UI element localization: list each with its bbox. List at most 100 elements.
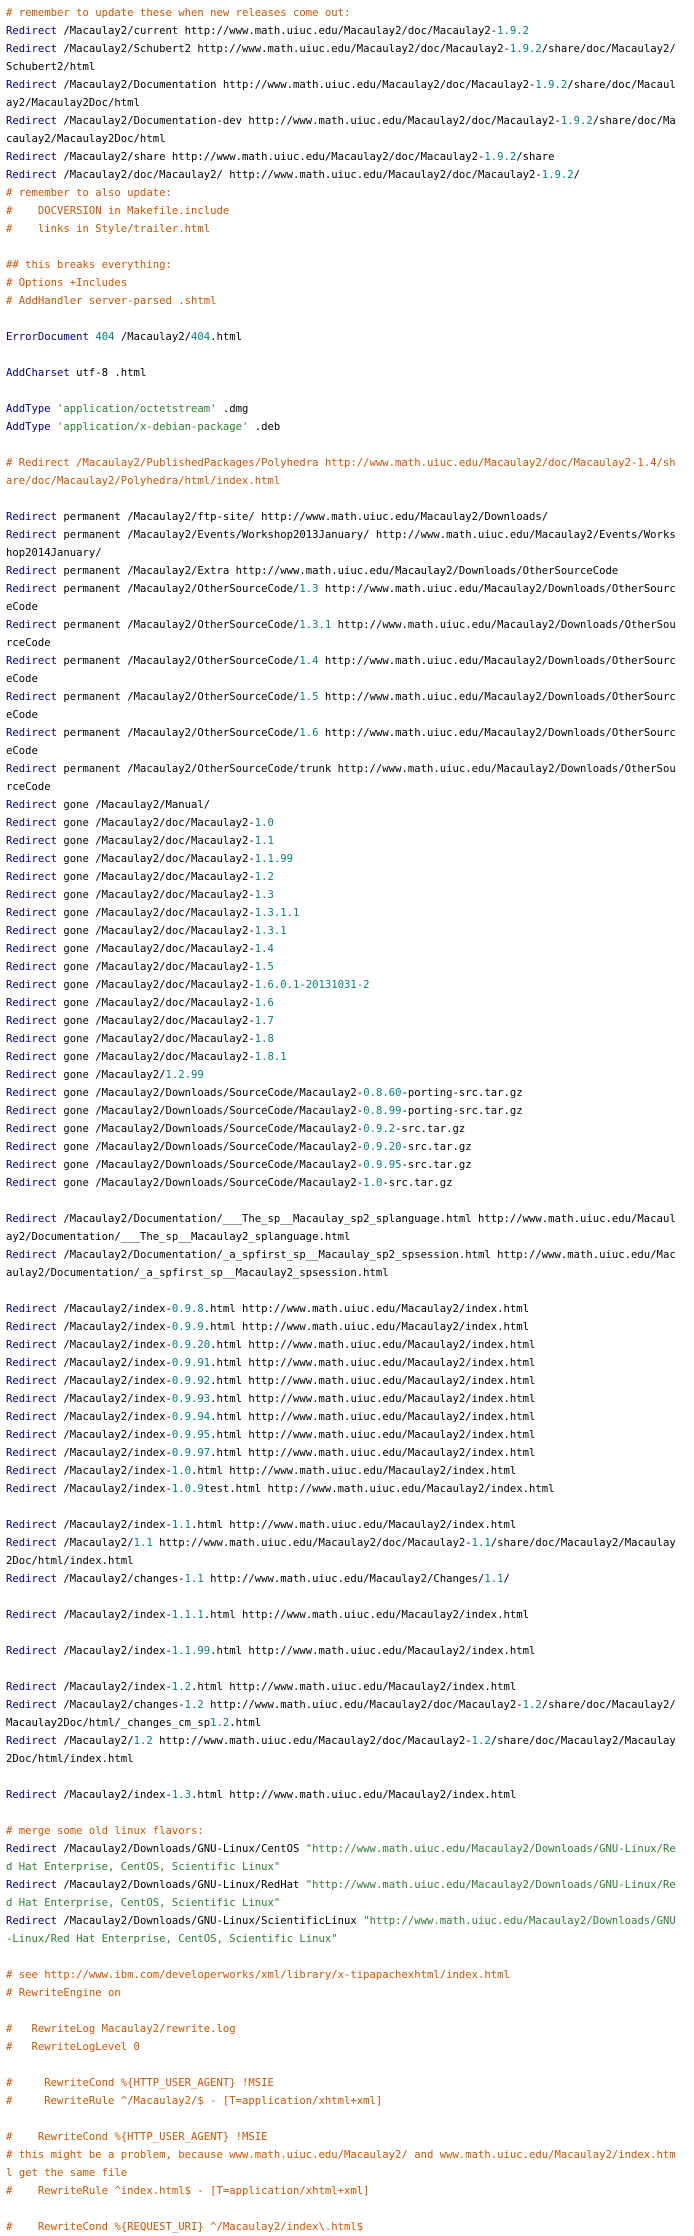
directive-keyword: Redirect <box>6 835 58 847</box>
plain-text: .html http://www.math.uiuc.edu/Macaulay2… <box>190 1519 517 1531</box>
plain-text: /Macaulay2/Documentation http://www.math… <box>57 79 536 91</box>
directive-keyword: Redirect <box>6 799 58 811</box>
plain-text: /Macaulay2/ <box>57 1735 134 1747</box>
config-line: # RewriteRule ^index.html$ - [T=applicat… <box>6 2182 676 2200</box>
plain-text: /Macaulay2/Downloads/GNU-Linux/Scientifi… <box>57 1915 364 1927</box>
version-number: 1.3.1 <box>299 619 332 631</box>
config-line: # RewriteEngine on <box>6 1984 676 2002</box>
comment-text: # RewriteEngine on <box>6 1987 121 1999</box>
plain-text: /Macaulay2/index- <box>57 1681 172 1693</box>
directive-keyword: Redirect <box>6 871 58 883</box>
version-number: 1.9.2 <box>560 115 593 127</box>
version-number: 1.1 <box>254 835 274 847</box>
config-line: ErrorDocument 404 /Macaulay2/404.html <box>6 328 676 346</box>
config-line: # RewriteCond %{REQUEST_URI} ^/Macaulay2… <box>6 2218 676 2236</box>
comment-text: # links in Style/trailer.html <box>6 223 211 235</box>
config-line: Redirect /Macaulay2/share http://www.mat… <box>6 148 676 166</box>
config-line: Redirect gone /Macaulay2/doc/Macaulay2-1… <box>6 868 676 886</box>
config-line: Redirect permanent /Macaulay2/OtherSourc… <box>6 652 676 688</box>
config-line: Redirect gone /Macaulay2/Downloads/Sourc… <box>6 1174 676 1192</box>
directive-keyword: Redirect <box>6 979 58 991</box>
version-number: 1.2 <box>254 871 274 883</box>
config-line: Redirect /Macaulay2/index-0.9.97.html ht… <box>6 1444 676 1462</box>
config-line: Redirect permanent /Macaulay2/ftp-site/ … <box>6 508 676 526</box>
plain-text: /Macaulay2/index- <box>57 1465 172 1477</box>
version-number: 404 <box>191 331 211 343</box>
directive-keyword: Redirect <box>6 1321 58 1333</box>
config-line: Redirect /Macaulay2/current http://www.m… <box>6 22 676 40</box>
directive-keyword: Redirect <box>6 529 58 541</box>
plain-text: /Macaulay2/index- <box>57 1339 172 1351</box>
directive-keyword: Redirect <box>6 169 58 181</box>
version-number: 404 <box>95 331 115 343</box>
version-number: 1.8 <box>254 1033 274 1045</box>
directive-keyword: Redirect <box>6 1105 58 1117</box>
plain-text: -porting-src.tar.gz <box>401 1087 523 1099</box>
version-number: 1.1.99 <box>171 1645 211 1657</box>
version-number: 1.1.99 <box>254 853 294 865</box>
config-line: Redirect /Macaulay2/Schubert2 http://www… <box>6 40 676 76</box>
config-line: Redirect permanent /Macaulay2/Extra http… <box>6 562 676 580</box>
config-line: Redirect gone /Macaulay2/doc/Macaulay2-1… <box>6 904 676 922</box>
config-line: Redirect gone /Macaulay2/doc/Macaulay2-1… <box>6 940 676 958</box>
plain-text: permanent /Macaulay2/OtherSourceCode/tru… <box>6 763 676 793</box>
config-line: # this might be a problem, because www.m… <box>6 2146 676 2182</box>
directive-keyword: Redirect <box>6 619 58 631</box>
config-line: Redirect /Macaulay2/Documentation/___The… <box>6 1210 676 1246</box>
plain-text: .html http://www.math.uiuc.edu/Macaulay2… <box>203 1609 530 1621</box>
version-number: 1.2 <box>171 1681 191 1693</box>
version-number: 1.3 <box>171 1789 191 1801</box>
plain-text: .html http://www.math.uiuc.edu/Macaulay2… <box>190 1789 517 1801</box>
plain-text: gone /Macaulay2/doc/Macaulay2- <box>57 1015 255 1027</box>
comment-text: # DOCVERSION in Makefile.include <box>6 205 230 217</box>
directive-keyword: AddType <box>6 421 51 433</box>
directive-keyword: Redirect <box>6 691 58 703</box>
config-line: Redirect /Macaulay2/Downloads/GNU-Linux/… <box>6 1840 676 1876</box>
directive-keyword: Redirect <box>6 1159 58 1171</box>
plain-text: gone /Macaulay2/doc/Macaulay2- <box>57 997 255 1009</box>
comment-text: # see http://www.ibm.com/developerworks/… <box>6 1969 510 1981</box>
directive-keyword: Redirect <box>6 1069 58 1081</box>
config-line: # merge some old linux flavors: <box>6 1822 676 1840</box>
plain-text: /Macaulay2/changes- <box>57 1573 185 1585</box>
version-number: 0.9.20 <box>171 1339 211 1351</box>
directive-keyword: Redirect <box>6 1681 58 1693</box>
version-number: 0.9.20 <box>363 1141 402 1153</box>
directive-keyword: Redirect <box>6 43 58 55</box>
config-line: Redirect /Macaulay2/Downloads/GNU-Linux/… <box>6 1912 676 1948</box>
directive-keyword: Redirect <box>6 1087 58 1099</box>
plain-text: gone /Macaulay2/doc/Macaulay2- <box>57 1033 255 1045</box>
directive-keyword: Redirect <box>6 79 58 91</box>
directive-keyword: Redirect <box>6 1699 58 1711</box>
config-line: Redirect /Macaulay2/index-0.9.9.html htt… <box>6 1318 676 1336</box>
config-line: Redirect /Macaulay2/doc/Macaulay2/ http:… <box>6 166 676 184</box>
plain-text: test.html http://www.math.uiuc.edu/Macau… <box>203 1483 555 1495</box>
plain-text: .html <box>229 1717 262 1729</box>
version-number: 1.2 <box>471 1735 491 1747</box>
version-number: 1.4 <box>299 655 319 667</box>
config-line: # RewriteLog Macaulay2/rewrite.log <box>6 2020 676 2038</box>
directive-keyword: Redirect <box>6 1843 58 1855</box>
plain-text: .html http://www.math.uiuc.edu/Macaulay2… <box>203 1303 530 1315</box>
plain-text: permanent /Macaulay2/OtherSourceCode/ <box>57 583 300 595</box>
config-line: # RewriteCond %{HTTP_USER_AGENT} !MSIE <box>6 2128 676 2146</box>
config-line: Redirect gone /Macaulay2/Manual/ <box>6 796 676 814</box>
version-number: 1.0.9 <box>171 1483 204 1495</box>
plain-text: gone /Macaulay2/Downloads/SourceCode/Mac… <box>57 1141 364 1153</box>
directive-keyword: Redirect <box>6 763 58 775</box>
plain-text: /Macaulay2/index- <box>57 1645 172 1657</box>
directive-keyword: Redirect <box>6 1573 58 1585</box>
plain-text: .html http://www.math.uiuc.edu/Macaulay2… <box>203 1321 530 1333</box>
plain-text: -porting-src.tar.gz <box>401 1105 523 1117</box>
version-number: 0.8.60 <box>363 1087 402 1099</box>
config-line: # RewriteCond %{HTTP_USER_AGENT} !MSIE <box>6 2074 676 2092</box>
plain-text: permanent /Macaulay2/Events/Workshop2013… <box>6 529 676 559</box>
plain-text: utf-8 .html <box>69 367 147 379</box>
